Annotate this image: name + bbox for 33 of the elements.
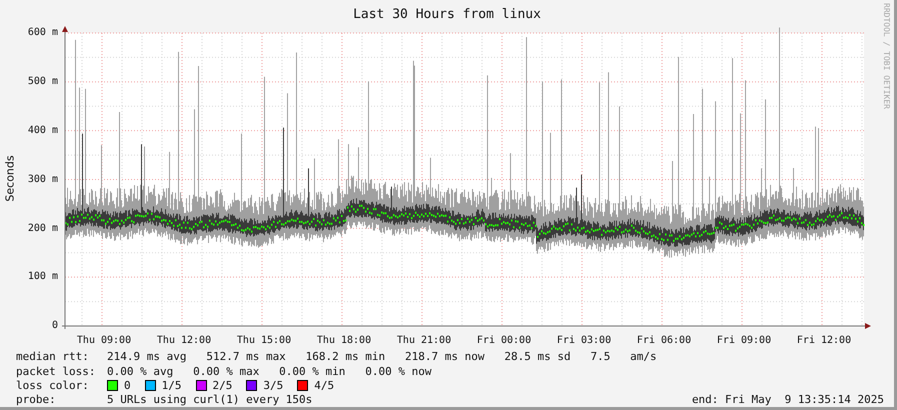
y-tick-label: 0	[52, 319, 58, 332]
legend-values: 0.00 % avg 0.00 % max 0.00 % min 0.00 % now	[107, 364, 432, 378]
probe-text: 5 URLs using curl(1) every 150s	[107, 393, 312, 406]
x-tick-label: Fri 09:00	[716, 334, 772, 348]
legend-label: packet loss:	[16, 364, 96, 378]
x-tick-label: Fri 12:00	[796, 334, 852, 348]
x-tick-label: Fri 00:00	[476, 334, 532, 348]
swatch-label: 4/5	[314, 379, 334, 392]
x-tick-label: Thu 09:00	[76, 334, 132, 348]
swatch-label: 2/5	[212, 379, 232, 392]
y-tick-label: 500 m	[28, 75, 58, 88]
y-tick-label: 300 m	[28, 172, 58, 186]
y-tick-label: 100 m	[28, 270, 58, 284]
graph-title: Last 30 Hours from linux	[353, 6, 541, 22]
legend-label: loss color:	[16, 379, 90, 392]
x-tick-label: Fri 06:00	[636, 334, 692, 348]
x-tick-label: Thu 15:00	[236, 334, 292, 348]
credit-text: RRDTOOL / TOBI OETIKER	[882, 2, 891, 109]
y-tick-label: 200 m	[28, 222, 58, 235]
legend-values: 214.9 ms avg 512.7 ms max 168.2 ms min 218.7 ms now 28.5 ms sd 7.5 am/s	[107, 350, 657, 364]
x-tick-label: Thu 12:00	[156, 334, 212, 348]
swatch-label: 0	[124, 379, 131, 392]
y-axis-title: Seconds	[4, 156, 16, 202]
x-tick-label: Thu 21:00	[396, 334, 452, 348]
swatch-label: 1/5	[162, 379, 182, 392]
end-time: end: Fri May 9 13:35:14 2025	[692, 393, 884, 406]
y-tick-label: 600 m	[28, 26, 58, 40]
y-tick-label: 400 m	[28, 124, 58, 137]
legend-label: median rtt:	[16, 350, 90, 364]
legend-label: probe:	[16, 393, 57, 406]
swatch-label: 3/5	[263, 379, 284, 392]
x-tick-label: Thu 18:00	[316, 334, 372, 348]
x-tick-label: Fri 03:00	[556, 334, 612, 348]
